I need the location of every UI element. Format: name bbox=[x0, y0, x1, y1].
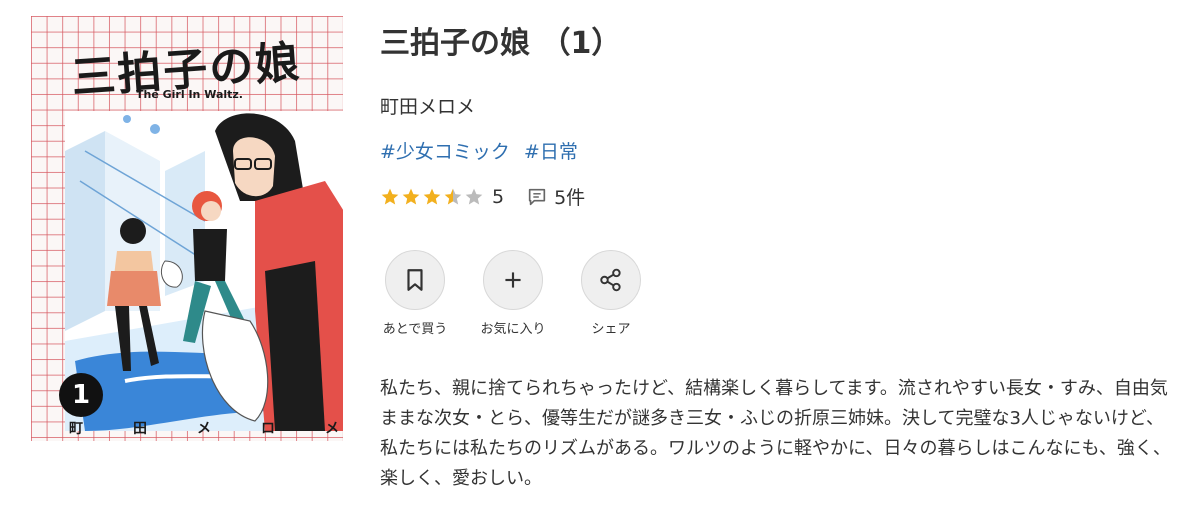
cover-subtitle-art: The Girl In Waltz. bbox=[136, 88, 243, 101]
cover-illustration bbox=[65, 111, 343, 431]
plus-icon bbox=[505, 272, 521, 288]
cover-author-art: 町 田 メ ロ メ bbox=[69, 418, 339, 438]
book-cover[interactable]: 三拍子の娘 The Girl In Waltz. 1 町 田 メ ロ メ bbox=[31, 16, 343, 441]
star-full-icon bbox=[423, 188, 441, 204]
share-icon bbox=[600, 268, 621, 292]
cover-author-char: メ bbox=[197, 421, 211, 437]
author-link[interactable]: 町田メロメ bbox=[380, 92, 475, 119]
rating-row[interactable]: 5 5件 bbox=[380, 183, 585, 210]
action-buttons: あとで買う お気に入り シェア bbox=[382, 250, 641, 337]
cover-author-char: ロ bbox=[261, 421, 275, 437]
buy-later-circle[interactable] bbox=[385, 250, 445, 310]
review-count: 5件 bbox=[554, 187, 586, 209]
cover-author-char: メ bbox=[325, 421, 339, 437]
buy-later-label: あとで買う bbox=[382, 322, 448, 337]
star-empty-icon bbox=[465, 188, 483, 204]
book-description: 私たち、親に捨てられちゃったけど、結構楽しく暮らしてます。流されやすい長女・すみ… bbox=[380, 378, 1171, 489]
favorite-button[interactable]: お気に入り bbox=[480, 250, 546, 337]
cover-author-char: 田 bbox=[133, 421, 147, 437]
tag-list: #少女コミック #日常 bbox=[380, 137, 578, 164]
volume-badge: 1 bbox=[59, 373, 103, 417]
buy-later-button[interactable]: あとで買う bbox=[382, 250, 448, 337]
favorite-circle[interactable] bbox=[483, 250, 543, 310]
share-circle[interactable] bbox=[581, 250, 641, 310]
book-title: 三拍子の娘 （1） bbox=[380, 26, 622, 61]
tag-daily-life[interactable]: #日常 bbox=[524, 137, 578, 164]
bookmark-icon bbox=[407, 269, 423, 291]
star-full-icon bbox=[402, 188, 420, 204]
rating-value: 5 bbox=[492, 185, 505, 208]
star-full-icon bbox=[381, 188, 399, 204]
cover-author-char: 町 bbox=[69, 421, 83, 437]
share-button[interactable]: シェア bbox=[581, 250, 641, 337]
star-rating bbox=[380, 187, 484, 207]
tag-shoujo-comic[interactable]: #少女コミック bbox=[380, 137, 510, 164]
favorite-label: お気に入り bbox=[480, 322, 546, 337]
share-label: シェア bbox=[591, 322, 631, 337]
star-half-icon bbox=[444, 188, 462, 204]
comment-icon bbox=[528, 188, 546, 205]
